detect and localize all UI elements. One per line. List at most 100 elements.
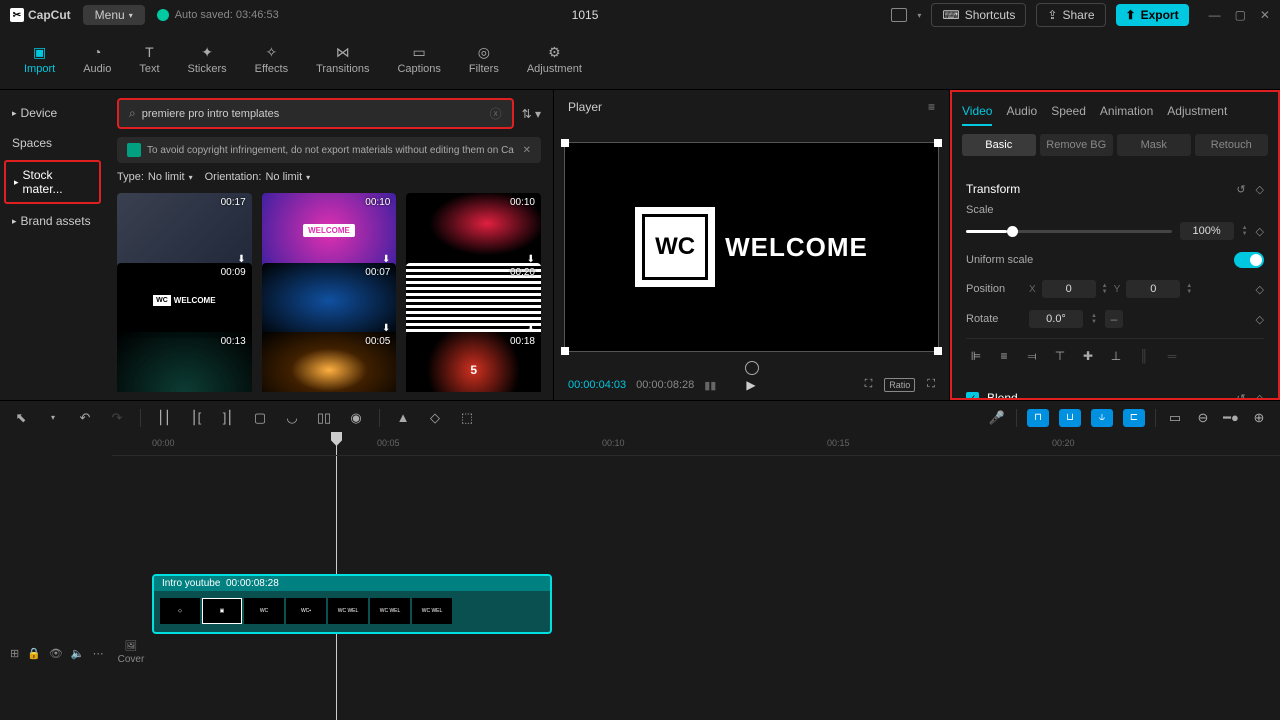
align-top[interactable]: ⊤ [1050, 347, 1070, 365]
inspector-tab-animation[interactable]: Animation [1100, 98, 1153, 126]
position-y-input[interactable]: 0 [1126, 280, 1180, 298]
fullscreen-icon[interactable]: ⛶ [927, 378, 935, 392]
split-tool[interactable]: ⎮⎮ [155, 409, 173, 427]
rotate-dash[interactable]: – [1105, 310, 1123, 328]
zoom-slider[interactable]: ━● [1222, 409, 1240, 427]
align-center-h[interactable]: ≡ [994, 347, 1014, 365]
reset-icon[interactable]: ↺ [1236, 183, 1245, 196]
keyframe-icon[interactable]: ◇ [1256, 392, 1264, 399]
magnet-2[interactable]: ⊔ [1059, 409, 1081, 427]
play-button[interactable]: ▶ [746, 378, 755, 392]
share-button[interactable]: ⇪ Share [1036, 3, 1105, 27]
zoom-out[interactable]: ⊖ [1194, 409, 1212, 427]
stepper-icon[interactable]: ▲▼ [1242, 225, 1248, 237]
align-center-v[interactable]: ✚ [1078, 347, 1098, 365]
playhead[interactable] [336, 434, 337, 455]
maximize-button[interactable]: ▢ [1235, 8, 1246, 22]
magnet-1[interactable]: ⊓ [1027, 409, 1049, 427]
shortcuts-button[interactable]: ⌨ Shortcuts [931, 3, 1026, 27]
track-area[interactable]: Intro youtube 00:00:08:28 ◇▣WCWC▪WC WELW… [112, 456, 1280, 720]
magnet-4[interactable]: ⊏ [1123, 409, 1145, 427]
project-title[interactable]: 1015 [572, 8, 599, 22]
media-item[interactable]: WELCOME00:10⬇ [262, 193, 397, 269]
keyframe-icon[interactable]: ◇ [1256, 283, 1264, 296]
blend-checkbox[interactable]: ✓ [966, 392, 979, 399]
subtab-removebg[interactable]: Remove BG [1040, 134, 1114, 156]
player-frame[interactable]: WC WELCOME [564, 142, 939, 353]
close-warning[interactable]: ✕ [523, 145, 531, 156]
resize-handle[interactable] [934, 347, 942, 355]
more-icon[interactable]: ⋯ [93, 647, 104, 660]
mark-tool[interactable]: ◡ [283, 409, 301, 427]
keyframe-icon[interactable]: ◇ [1256, 183, 1264, 196]
mirror-tool[interactable]: ▲ [394, 409, 412, 427]
ratio-button[interactable]: Ratio [884, 378, 915, 392]
tab-text[interactable]: TText [125, 38, 173, 81]
tab-import[interactable]: ▣Import [10, 38, 69, 81]
sidebar-item-stock[interactable]: Stock mater... [4, 160, 101, 204]
zoom-in[interactable]: ⊕ [1250, 409, 1268, 427]
align-bottom[interactable]: ⊥ [1106, 347, 1126, 365]
mic-icon[interactable]: 🎤 [988, 409, 1006, 427]
delete-tool[interactable]: ▢ [251, 409, 269, 427]
subtab-basic[interactable]: Basic [962, 134, 1036, 156]
mute-icon[interactable]: 🔈 [71, 647, 85, 660]
preview-icon[interactable]: ▭ [1166, 409, 1184, 427]
resize-handle[interactable] [934, 139, 942, 147]
media-item[interactable]: 00:05 [262, 332, 397, 392]
export-button[interactable]: ⬆ Export [1116, 4, 1189, 26]
tab-effects[interactable]: ✧Effects [241, 38, 302, 81]
tab-stickers[interactable]: ✦Stickers [174, 38, 241, 81]
expand-icon[interactable]: ⊞ [10, 647, 19, 660]
chevron-down-icon[interactable]: ▾ [44, 409, 62, 427]
rotate-input[interactable]: 0.0° [1029, 310, 1083, 328]
media-item[interactable]: 00:13 [117, 332, 252, 392]
search-input[interactable] [142, 108, 484, 120]
menu-button[interactable]: Menu ▾ [83, 5, 145, 25]
minimize-button[interactable]: — [1209, 8, 1221, 22]
inspector-tab-speed[interactable]: Speed [1051, 98, 1086, 126]
subtab-retouch[interactable]: Retouch [1195, 134, 1269, 156]
scale-slider[interactable] [966, 230, 1172, 233]
tab-transitions[interactable]: ⋈Transitions [302, 38, 383, 81]
resize-handle[interactable] [561, 347, 569, 355]
reset-icon[interactable]: ↺ [1236, 392, 1245, 399]
position-x-input[interactable]: 0 [1042, 280, 1096, 298]
split-left-tool[interactable]: ⎮[ [187, 409, 205, 427]
layout-icon[interactable] [891, 8, 907, 22]
subtab-mask[interactable]: Mask [1117, 134, 1191, 156]
crop-icon[interactable]: ⛶ [865, 378, 873, 392]
magnet-3[interactable]: ⫝ [1091, 409, 1113, 427]
media-item[interactable]: 00:20⬇ [406, 263, 541, 339]
compare-icon[interactable]: ▮▮ [704, 379, 716, 392]
split-right-tool[interactable]: ]⎮ [219, 409, 237, 427]
undo-button[interactable]: ↶ [76, 409, 94, 427]
close-button[interactable]: ✕ [1260, 8, 1270, 22]
player-menu-icon[interactable]: ≡ [928, 100, 935, 114]
tab-audio[interactable]: ◔Audio [69, 38, 125, 81]
sidebar-item-spaces[interactable]: Spaces [0, 128, 105, 158]
media-item[interactable]: 500:18 [406, 332, 541, 392]
timeline-ruler[interactable]: 00:00 00:05 00:10 00:15 00:20 [112, 434, 1280, 456]
rotate-tool[interactable]: ◇ [426, 409, 444, 427]
frame-tool[interactable]: ▯▯ [315, 409, 333, 427]
inspector-tab-video[interactable]: Video [962, 98, 992, 126]
inspector-tab-adjustment[interactable]: Adjustment [1167, 98, 1227, 126]
search-box[interactable]: ⌕ ⓧ [117, 98, 514, 129]
distribute-v[interactable]: ═ [1162, 347, 1182, 365]
rotate-handle[interactable] [745, 361, 759, 375]
redo-button[interactable]: ↷ [108, 409, 126, 427]
distribute-h[interactable]: ║ [1134, 347, 1154, 365]
scale-input[interactable]: 100% [1180, 222, 1234, 240]
uniform-scale-toggle[interactable] [1234, 252, 1264, 268]
media-item[interactable]: 00:10⬇ [406, 193, 541, 269]
eye-icon[interactable]: 👁 [49, 647, 63, 660]
align-left[interactable]: ⊫ [966, 347, 986, 365]
transform-header[interactable]: Transform ↺◇ [966, 174, 1264, 204]
sidebar-item-brand[interactable]: ▸Brand assets [0, 206, 105, 236]
sort-icon[interactable]: ⇅ ▾ [522, 107, 541, 121]
pointer-tool[interactable]: ⬉ [12, 409, 30, 427]
clear-icon[interactable]: ⓧ [490, 105, 502, 122]
media-item[interactable]: WCWELCOME00:09 [117, 263, 252, 339]
align-right[interactable]: ⫤ [1022, 347, 1042, 365]
